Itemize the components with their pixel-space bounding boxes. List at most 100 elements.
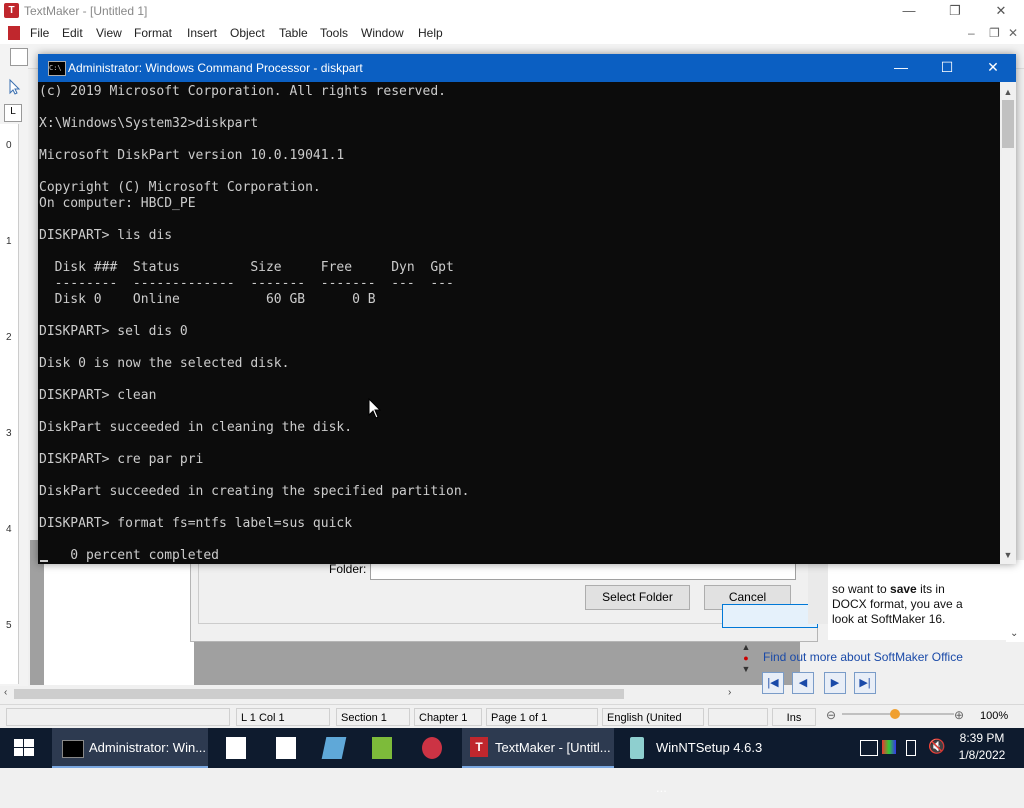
console-icon[interactable]: C:\ — [48, 61, 66, 76]
ruler-number: 3 — [6, 428, 12, 439]
clock-date[interactable]: 1/8/2022 — [952, 748, 1012, 762]
last-page-icon[interactable]: ▶| — [854, 672, 876, 694]
info-panel-text: so want to save its in DOCX format, you … — [832, 582, 982, 627]
cmd-scroll-thumb[interactable] — [1002, 100, 1014, 148]
cmd-close-icon[interactable]: ✕ — [970, 54, 1016, 82]
zoom-out-icon[interactable]: ⊖ — [826, 708, 836, 722]
textmaker-titlebar — [0, 0, 1024, 22]
menu-file[interactable]: File — [30, 26, 49, 40]
ruler-number: 0 — [6, 140, 12, 151]
ruler-number: 4 — [6, 524, 12, 535]
scroll-down-icon[interactable]: ▼ — [1000, 547, 1016, 563]
next-page-icon[interactable]: ▶ — [824, 672, 846, 694]
browse-object-icon[interactable]: ● — [738, 653, 754, 664]
cmd-minimize-icon[interactable]: — — [878, 54, 924, 82]
dialog-scrollbar[interactable] — [808, 564, 828, 624]
menu-window[interactable]: Window — [361, 26, 404, 40]
status-section: Section 1 — [336, 708, 410, 726]
select-folder-button[interactable]: Select Folder — [585, 585, 690, 610]
softmaker-info-link[interactable]: Find out more about SoftMaker Office — [763, 650, 963, 664]
zoom-slider-thumb[interactable] — [890, 709, 900, 719]
vertical-ruler: 0 1 2 3 4 5 — [0, 124, 19, 684]
console-taskbar-icon — [62, 740, 84, 758]
network-icon[interactable] — [860, 740, 878, 756]
menu-tools[interactable]: Tools — [320, 26, 348, 40]
cmd-window-title: Administrator: Windows Command Processor… — [68, 61, 363, 75]
dialog-focused-button[interactable] — [722, 604, 818, 628]
document-page[interactable] — [44, 560, 194, 685]
info-text-bold: save — [890, 582, 917, 596]
status-insert-mode[interactable]: Ins — [772, 708, 816, 726]
status-message — [6, 708, 230, 726]
status-page: Page 1 of 1 — [486, 708, 598, 726]
browse-arrows[interactable]: ▲ ● ▼ — [738, 642, 754, 686]
close-icon[interactable]: ✕ — [978, 0, 1024, 22]
file-icon[interactable] — [226, 737, 246, 759]
navigation-buttons: |◀ ◀ ▶ ▶| — [762, 672, 882, 694]
usb-icon[interactable] — [906, 740, 916, 756]
taskbar-winntsetup-label: WinNTSetup 4.6.3 ... — [656, 740, 763, 795]
volume-muted-icon[interactable]: 🔇 — [928, 738, 945, 755]
cmd-vertical-scrollbar[interactable] — [1000, 82, 1016, 564]
select-pointer-icon[interactable] — [6, 78, 24, 96]
ruler-number: 5 — [6, 620, 12, 631]
taskbar-cmd-label: Administrator: Win... — [89, 740, 207, 755]
scroll-up-icon[interactable]: ▲ — [1000, 84, 1016, 100]
arrow-down-icon[interactable]: ▼ — [738, 664, 754, 675]
textmaker-app-icon[interactable]: T — [4, 3, 19, 18]
status-bar: L 1 Col 1 Section 1 Chapter 1 Page 1 of … — [0, 704, 1024, 729]
status-blank — [708, 708, 768, 726]
minimize-icon[interactable]: — — [886, 0, 932, 22]
status-chapter: Chapter 1 — [414, 708, 482, 726]
cmd-maximize-icon[interactable]: ☐ — [924, 54, 970, 82]
spreadsheet-icon[interactable] — [372, 737, 392, 759]
menu-edit[interactable]: Edit — [62, 26, 83, 40]
menu-help[interactable]: Help — [418, 26, 443, 40]
textmaker-menubar: File Edit View Format Insert Object Tabl… — [0, 22, 1024, 44]
folder-label: Folder: — [329, 562, 367, 576]
scroll-left-icon[interactable]: ‹ — [4, 687, 7, 698]
menu-table[interactable]: Table — [279, 26, 308, 40]
previous-page-icon[interactable]: ◀ — [792, 672, 814, 694]
ruler-number: 2 — [6, 332, 12, 343]
taskbar-winntsetup[interactable]: WinNTSetup 4.6.3 ... — [620, 728, 776, 795]
status-language[interactable]: English (United — [602, 708, 704, 726]
first-page-icon[interactable]: |◀ — [762, 672, 784, 694]
taskbar-textmaker[interactable]: T TextMaker - [Untitl... — [462, 728, 614, 768]
doc-minimize-icon[interactable]: – — [968, 26, 975, 40]
horizontal-scroll-thumb[interactable] — [14, 689, 624, 699]
new-document-icon[interactable] — [10, 48, 28, 66]
ruler-number: 1 — [6, 236, 12, 247]
status-position: L 1 Col 1 — [236, 708, 330, 726]
textmaker-window-title: TextMaker - [Untitled 1] — [24, 4, 148, 18]
taskbar-textmaker-label: TextMaker - [Untitl... — [495, 740, 611, 755]
scroll-right-icon[interactable]: › — [728, 687, 731, 698]
mouse-cursor-icon — [368, 398, 382, 419]
side-panel-scrollbar[interactable]: ⌄ — [1006, 560, 1024, 642]
console-cursor — [40, 560, 48, 562]
taskbar-cmd[interactable]: Administrator: Win... — [52, 728, 208, 768]
arrow-up-icon[interactable]: ▲ — [738, 642, 754, 653]
console-output[interactable]: (c) 2019 Microsoft Corporation. All righ… — [38, 82, 1000, 564]
menu-insert[interactable]: Insert — [187, 26, 217, 40]
menu-format[interactable]: Format — [134, 26, 172, 40]
clock-time[interactable]: 8:39 PM — [952, 731, 1012, 745]
file-icon[interactable] — [276, 737, 296, 759]
display-icon[interactable] — [882, 740, 896, 754]
menu-view[interactable]: View — [96, 26, 122, 40]
restore-icon[interactable]: ❐ — [932, 0, 978, 22]
textmaker-taskbar-icon: T — [470, 737, 488, 757]
info-text-prefix: so want to — [832, 582, 891, 596]
menu-object[interactable]: Object — [230, 26, 265, 40]
doc-close-icon[interactable]: ✕ — [1008, 26, 1018, 40]
chevron-down-icon[interactable]: ⌄ — [1010, 628, 1018, 639]
winntsetup-icon — [630, 737, 644, 759]
console-text: (c) 2019 Microsoft Corporation. All righ… — [39, 84, 470, 563]
windows-start-icon[interactable] — [0, 728, 48, 768]
tab-stop-icon[interactable]: L — [4, 104, 22, 122]
presentation-icon[interactable] — [422, 737, 442, 759]
doc-restore-icon[interactable]: ❐ — [989, 26, 1000, 40]
zoom-in-icon[interactable]: ⊕ — [954, 708, 964, 722]
document-icon[interactable] — [8, 26, 20, 40]
zoom-level[interactable]: 100% — [980, 710, 1008, 722]
